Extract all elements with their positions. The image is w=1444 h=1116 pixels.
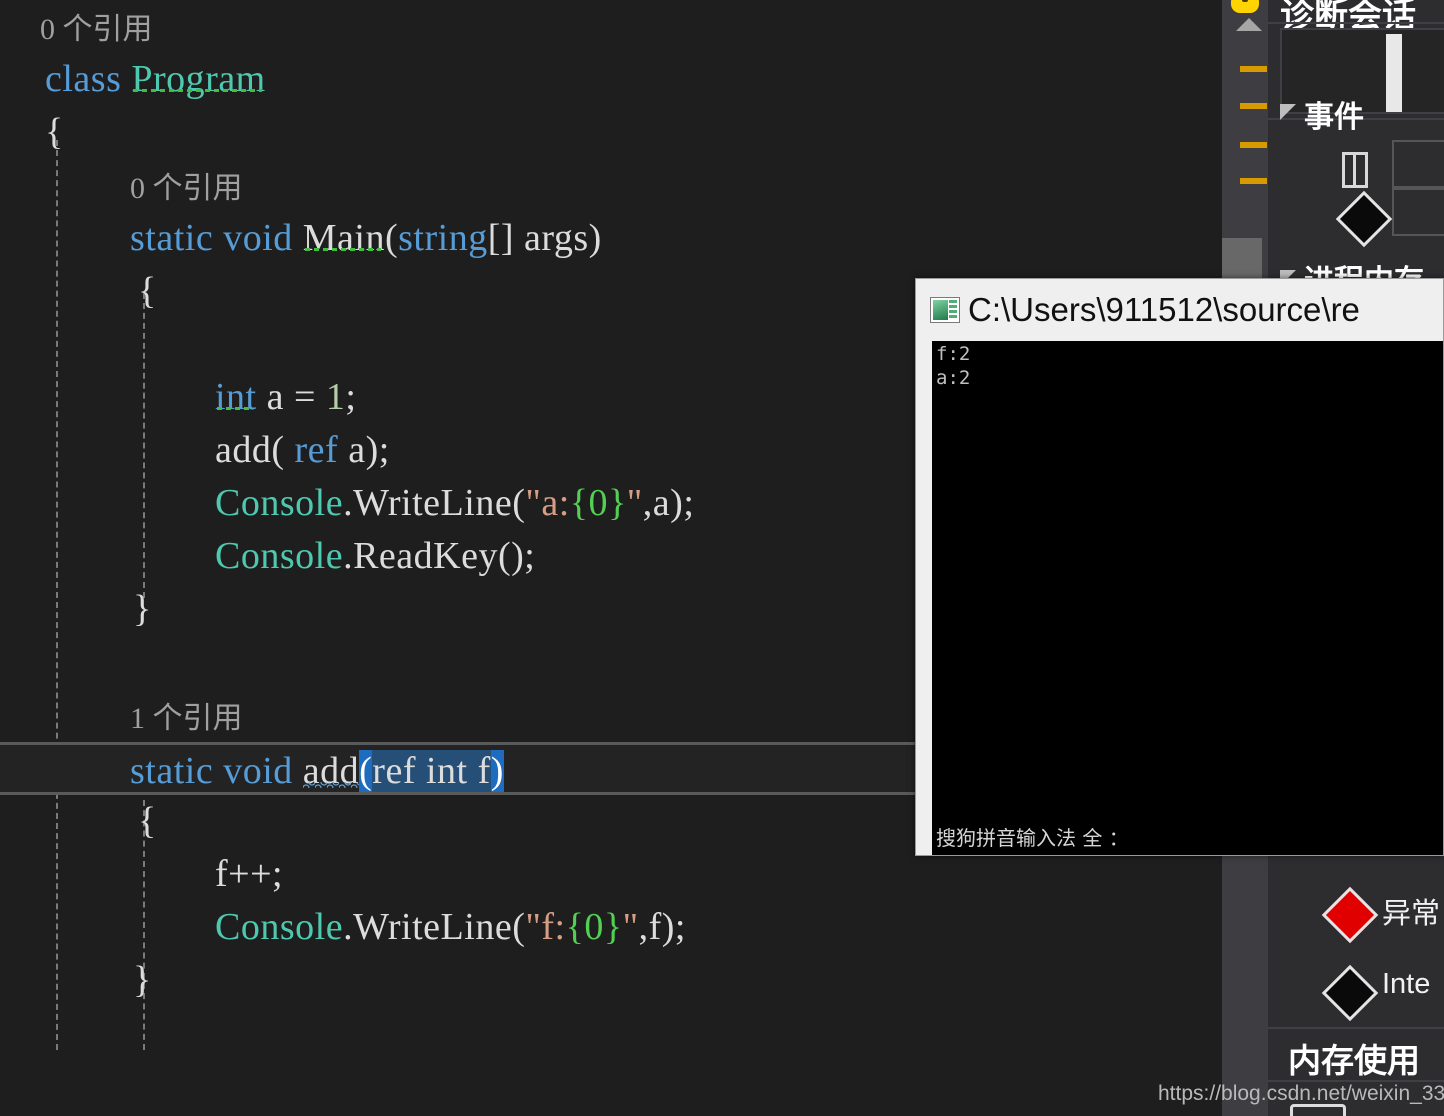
code-token: string xyxy=(398,217,488,259)
code-token: void xyxy=(223,217,303,259)
code-token: ( xyxy=(512,906,526,948)
code-token: WriteLine xyxy=(353,906,513,948)
code-token: {0} xyxy=(565,906,623,948)
section-header-events: 事件 xyxy=(1304,101,1364,134)
code-token: add xyxy=(302,750,360,792)
code-token: " xyxy=(622,906,639,948)
watermark: https://blog.csdn.net/weixin_33950757 xyxy=(1158,1082,1444,1105)
code-token: ; xyxy=(345,376,357,418)
event-label-intellitrace: Inte xyxy=(1382,968,1431,1000)
scrollbar-mark xyxy=(1240,103,1267,109)
code-line[interactable]: class Program xyxy=(0,53,1222,106)
console-app-icon xyxy=(930,297,960,323)
code-line-current[interactable]: static void add(ref int f) xyxy=(0,742,915,795)
code-token: class xyxy=(45,58,132,100)
code-token: { xyxy=(138,270,157,312)
timeline-marker xyxy=(1386,34,1402,112)
code-token: 1 xyxy=(325,376,346,418)
chevron-collapse-icon[interactable] xyxy=(1280,104,1296,120)
divider xyxy=(1268,1027,1444,1029)
console-window[interactable]: C:\Users\911512\source\re f:2 a:2 搜狗拼音输入… xyxy=(915,278,1444,856)
console-titlebar[interactable]: C:\Users\911512\source\re xyxy=(916,279,1443,341)
lightbulb-icon[interactable] xyxy=(1231,0,1259,13)
event-label-exception: 异常 xyxy=(1382,898,1441,930)
code-token: a: xyxy=(541,482,570,524)
code-token: [] xyxy=(487,217,525,259)
code-reference-hint[interactable]: 0 个引用 xyxy=(0,159,1222,212)
code-token: " xyxy=(525,906,542,948)
code-token: , xyxy=(638,906,649,948)
code-token: ( xyxy=(512,482,526,524)
code-token: f xyxy=(477,750,491,792)
code-token: ); xyxy=(661,906,686,948)
code-line[interactable]: } xyxy=(0,954,1222,1007)
red-diamond-icon xyxy=(1321,886,1379,944)
console-window-title: C:\Users\911512\source\re xyxy=(968,291,1360,328)
code-token: ) xyxy=(588,217,602,259)
code-token: (); xyxy=(497,535,536,577)
code-token: a xyxy=(652,482,671,524)
code-token: f: xyxy=(541,906,566,948)
code-token: {0} xyxy=(569,482,627,524)
code-token: " xyxy=(525,482,542,524)
code-token: Console xyxy=(215,906,344,948)
code-token: ( xyxy=(384,217,399,259)
console-output-line: f:2 xyxy=(936,343,971,365)
code-token: . xyxy=(343,482,354,524)
pause-icon[interactable] xyxy=(1342,152,1368,188)
code-token: Console xyxy=(215,482,344,524)
code-token: . xyxy=(343,535,354,577)
event-cell xyxy=(1392,188,1444,236)
code-line[interactable]: Console.WriteLine("f:{0}",f); xyxy=(0,901,1222,954)
black-diamond-icon xyxy=(1335,190,1393,248)
code-token: } xyxy=(133,959,152,1001)
code-token: } xyxy=(133,588,152,630)
code-token: f++; xyxy=(215,853,284,895)
code-token: WriteLine xyxy=(353,482,513,524)
code-token: { xyxy=(138,800,157,842)
code-token: f xyxy=(648,906,662,948)
ime-status-bar: 搜狗拼音输入法 全 ： xyxy=(936,826,1129,850)
code-token: Console xyxy=(215,535,344,577)
code-token: int xyxy=(425,750,478,792)
code-token: ) xyxy=(490,750,504,792)
code-token: { xyxy=(45,111,64,153)
code-token: " xyxy=(626,482,643,524)
code-token: ( xyxy=(359,750,373,792)
scroll-up-arrow-icon[interactable] xyxy=(1236,18,1262,31)
code-token: void xyxy=(223,750,303,792)
code-token: args xyxy=(524,217,589,259)
event-cell xyxy=(1392,140,1444,188)
code-token: a = xyxy=(256,376,326,418)
code-token: static xyxy=(130,750,224,792)
console-output-line: a:2 xyxy=(936,367,971,389)
console-output-area[interactable]: f:2 a:2 搜狗拼音输入法 全 ： xyxy=(932,341,1443,855)
code-token: ref xyxy=(294,429,339,471)
code-token: ReadKey xyxy=(353,535,498,577)
code-token: add xyxy=(215,429,272,471)
code-line[interactable]: { xyxy=(0,106,1222,159)
code-token: ( xyxy=(271,429,295,471)
scrollbar-mark xyxy=(1240,178,1267,184)
black-diamond-icon xyxy=(1321,964,1379,1022)
code-line[interactable]: static void Main(string[] args) xyxy=(0,212,1222,265)
code-token: static xyxy=(130,217,224,259)
code-token: ); xyxy=(670,482,695,524)
section-header-memory-usage: 内存使用 xyxy=(1288,1042,1420,1079)
scrollbar-mark xyxy=(1240,66,1267,72)
code-token: ref xyxy=(372,750,426,792)
code-token: a); xyxy=(338,429,390,471)
code-token: Main xyxy=(302,217,385,259)
code-reference-hint[interactable]: 0 个引用 xyxy=(0,0,1222,53)
code-token: . xyxy=(343,906,354,948)
divider xyxy=(1268,22,1444,24)
code-token: , xyxy=(642,482,653,524)
scrollbar-mark xyxy=(1240,142,1267,148)
code-token: int xyxy=(215,376,257,418)
code-token: Program xyxy=(131,58,266,100)
